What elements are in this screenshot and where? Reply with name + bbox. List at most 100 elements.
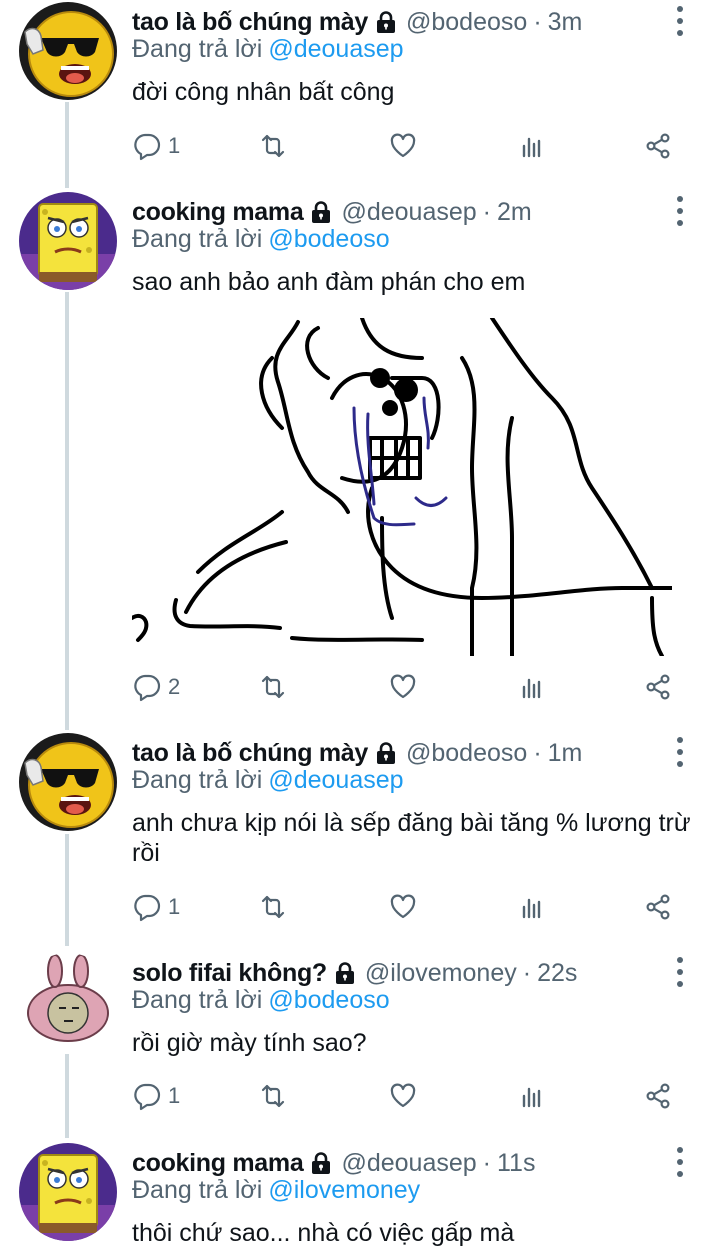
user-handle[interactable]: @deouasep: [341, 198, 476, 227]
lock-icon: [333, 961, 357, 985]
share-button[interactable]: [643, 890, 673, 924]
like-button[interactable]: [388, 129, 418, 163]
like-button[interactable]: [388, 670, 418, 704]
avatar[interactable]: [19, 2, 117, 100]
share-button[interactable]: [643, 1079, 673, 1113]
tweet[interactable]: tao là bố chúng mày @bodeoso · 3m Đang t…: [0, 2, 716, 172]
display-name[interactable]: cooking mama: [132, 1149, 304, 1178]
heart-icon: [388, 1081, 418, 1111]
spongebob-avatar-icon: [19, 1143, 117, 1241]
display-name[interactable]: solo fifai không?: [132, 959, 327, 988]
views-button[interactable]: [517, 670, 547, 704]
tweet[interactable]: cooking mama @deouasep · 2m Đang trả lời…: [0, 192, 716, 712]
timestamp[interactable]: 11s: [497, 1149, 535, 1178]
reply-to-link[interactable]: @bodeoso: [268, 225, 389, 253]
avatar[interactable]: [19, 953, 117, 1051]
tweet-media[interactable]: [132, 318, 672, 656]
user-handle[interactable]: @ilovemoney: [365, 959, 517, 988]
reply-icon: [132, 1081, 162, 1111]
timestamp[interactable]: 3m: [548, 8, 583, 37]
display-name[interactable]: tao là bố chúng mày: [132, 739, 368, 768]
tweet[interactable]: cooking mama @deouasep · 11s Đang trả lờ…: [0, 1143, 716, 1252]
reply-button[interactable]: 1: [132, 129, 180, 163]
views-button[interactable]: [517, 890, 547, 924]
retweet-button[interactable]: [258, 1079, 288, 1113]
reply-prefix: Đang trả lời: [132, 766, 263, 794]
share-icon: [643, 1081, 673, 1111]
tweet[interactable]: tao là bố chúng mày @bodeoso · 1m Đang t…: [0, 733, 716, 933]
share-button[interactable]: [643, 670, 673, 704]
tweet-actions: 1: [132, 1079, 692, 1113]
reply-prefix: Đang trả lời: [132, 35, 263, 63]
reply-to-link[interactable]: @deouasep: [268, 766, 403, 794]
more-options-icon[interactable]: [672, 737, 688, 767]
reply-to-link[interactable]: @ilovemoney: [268, 1176, 420, 1204]
lock-icon: [309, 200, 333, 224]
reply-context: Đang trả lời @deouasep: [132, 35, 404, 64]
tweet-actions: 1: [132, 129, 692, 163]
share-icon: [643, 131, 673, 161]
like-button[interactable]: [388, 1079, 418, 1113]
more-options-icon[interactable]: [672, 1147, 688, 1177]
reply-icon: [132, 672, 162, 702]
pink-bunny-avatar-icon: [19, 953, 117, 1051]
reply-count: 2: [168, 674, 181, 699]
reply-to-link[interactable]: @bodeoso: [268, 986, 389, 1014]
tweet[interactable]: solo fifai không? @ilovemoney · 22s Đang…: [0, 953, 716, 1123]
avatar[interactable]: [19, 1143, 117, 1241]
reply-button[interactable]: 1: [132, 1079, 180, 1113]
reply-icon: [132, 131, 162, 161]
stats-icon: [517, 131, 547, 161]
stats-icon: [517, 1081, 547, 1111]
share-icon: [643, 892, 673, 922]
lock-icon: [309, 1151, 333, 1175]
retweet-button[interactable]: [258, 129, 288, 163]
more-options-icon[interactable]: [672, 957, 688, 987]
separator: ·: [522, 958, 532, 987]
retweet-button[interactable]: [258, 670, 288, 704]
reply-icon: [132, 892, 162, 922]
timestamp[interactable]: 22s: [537, 959, 577, 988]
tweet-text: anh chưa kịp nói là sếp đăng bài tăng % …: [132, 809, 691, 867]
reply-context: Đang trả lời @deouasep: [132, 766, 404, 795]
stats-icon: [517, 672, 547, 702]
share-icon: [643, 672, 673, 702]
reply-to-link[interactable]: @deouasep: [268, 35, 403, 63]
reply-context: Đang trả lời @bodeoso: [132, 225, 390, 254]
retweet-button[interactable]: [258, 890, 288, 924]
sunglasses-emoji-avatar-icon: [19, 733, 117, 831]
user-handle[interactable]: @bodeoso: [406, 8, 527, 37]
reply-count: 1: [168, 894, 181, 919]
retweet-icon: [258, 1081, 288, 1111]
reply-prefix: Đang trả lời: [132, 986, 263, 1014]
crying-drawing-image-icon: [132, 318, 672, 656]
reply-button[interactable]: 2: [132, 670, 180, 704]
more-options-icon[interactable]: [672, 6, 688, 36]
reply-button[interactable]: 1: [132, 890, 180, 924]
display-name[interactable]: cooking mama: [132, 198, 304, 227]
tweet-actions: 1: [132, 890, 692, 924]
display-name[interactable]: tao là bố chúng mày: [132, 8, 368, 37]
reply-prefix: Đang trả lời: [132, 225, 263, 253]
more-options-icon[interactable]: [672, 196, 688, 226]
heart-icon: [388, 892, 418, 922]
avatar[interactable]: [19, 192, 117, 290]
retweet-icon: [258, 892, 288, 922]
user-handle[interactable]: @deouasep: [341, 1149, 476, 1178]
reply-context: Đang trả lời @bodeoso: [132, 986, 390, 1015]
timestamp[interactable]: 2m: [497, 198, 532, 227]
avatar[interactable]: [19, 733, 117, 831]
lock-icon: [374, 10, 398, 34]
heart-icon: [388, 672, 418, 702]
views-button[interactable]: [517, 129, 547, 163]
spongebob-avatar-icon: [19, 192, 117, 290]
reply-count: 1: [168, 1083, 181, 1108]
timestamp[interactable]: 1m: [548, 739, 583, 768]
share-button[interactable]: [643, 129, 673, 163]
retweet-icon: [258, 672, 288, 702]
tweet-text: rồi giờ mày tính sao?: [132, 1029, 367, 1057]
views-button[interactable]: [517, 1079, 547, 1113]
reply-count: 1: [168, 133, 181, 158]
like-button[interactable]: [388, 890, 418, 924]
user-handle[interactable]: @bodeoso: [406, 739, 527, 768]
